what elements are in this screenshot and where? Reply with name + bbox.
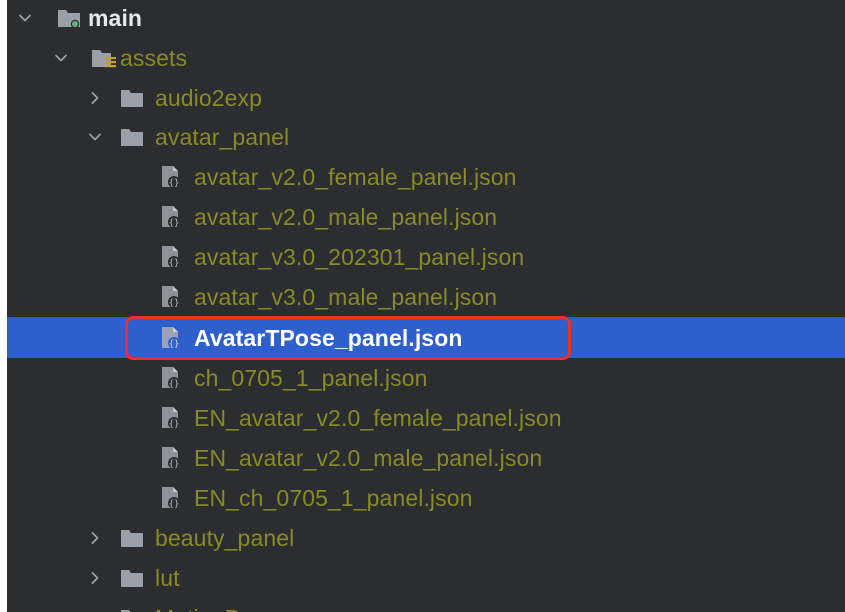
chevron-down-icon[interactable] xyxy=(17,10,33,26)
tree-node-assets[interactable]: assets xyxy=(7,38,845,78)
tree-file-item[interactable]: {} EN_avatar_v2.0_female_panel.json xyxy=(7,398,845,438)
tree-file-item[interactable]: {} EN_avatar_v2.0_male_panel.json xyxy=(7,438,845,478)
chevron-right-icon[interactable] xyxy=(87,570,103,586)
svg-text:{}: {} xyxy=(169,179,180,189)
chevron-right-icon[interactable] xyxy=(87,90,103,106)
tree-node-label: lut xyxy=(155,565,180,591)
tree-node-label: beauty_panel xyxy=(155,525,295,551)
file-label: avatar_v3.0_202301_panel.json xyxy=(194,244,525,270)
tree-node-avatar-panel[interactable]: avatar_panel xyxy=(7,117,845,157)
svg-text:{}: {} xyxy=(169,420,180,430)
file-label: ch_0705_1_panel.json xyxy=(194,365,428,391)
file-label: AvatarTPose_panel.json xyxy=(194,324,463,351)
svg-text:{}: {} xyxy=(169,339,180,349)
file-label: avatar_v2.0_female_panel.json xyxy=(194,164,517,190)
json-file-icon: {} xyxy=(160,486,182,510)
tree-file-item[interactable]: {} EN_ch_0705_1_panel.json xyxy=(7,478,845,518)
tree-node-label: MotionP xyxy=(155,598,240,612)
json-file-icon: {} xyxy=(160,446,182,470)
tree-node-audio2exp[interactable]: audio2exp xyxy=(7,78,845,118)
svg-text:{}: {} xyxy=(169,500,180,510)
tree-node-main[interactable]: main xyxy=(7,0,845,38)
svg-text:{}: {} xyxy=(169,460,180,470)
json-file-icon: {} xyxy=(160,165,182,189)
tree-file-item[interactable]: {} avatar_v3.0_male_panel.json xyxy=(7,277,845,317)
folder-icon xyxy=(120,88,144,108)
svg-text:{}: {} xyxy=(169,259,180,269)
folder-icon xyxy=(120,608,144,612)
project-tree: main assets audio2exp avatar_panel {} av… xyxy=(7,0,845,612)
folder-icon xyxy=(120,568,144,588)
json-file-icon: {} xyxy=(160,285,182,309)
svg-text:{}: {} xyxy=(169,380,180,390)
tree-node-label: assets xyxy=(120,45,188,71)
file-label: EN_avatar_v2.0_male_panel.json xyxy=(194,445,543,471)
json-file-icon: {} xyxy=(160,245,182,269)
json-file-icon: {} xyxy=(160,326,182,350)
tree-node-beauty-panel[interactable]: beauty_panel xyxy=(7,518,845,558)
resource-folder-icon xyxy=(91,47,117,69)
file-label: EN_avatar_v2.0_female_panel.json xyxy=(194,405,562,431)
module-folder-icon xyxy=(57,7,81,29)
json-file-icon: {} xyxy=(160,205,182,229)
chevron-right-icon[interactable] xyxy=(87,530,103,546)
tree-file-item-selected[interactable]: {} AvatarTPose_panel.json xyxy=(7,317,845,358)
file-label: avatar_v3.0_male_panel.json xyxy=(194,284,498,310)
svg-text:{}: {} xyxy=(169,219,180,229)
tree-file-item[interactable]: {} avatar_v2.0_male_panel.json xyxy=(7,197,845,237)
folder-icon xyxy=(120,127,144,147)
chevron-down-icon[interactable] xyxy=(53,50,69,66)
tree-file-item[interactable]: {} avatar_v3.0_202301_panel.json xyxy=(7,237,845,277)
tree-node-label: main xyxy=(88,5,143,31)
svg-text:{}: {} xyxy=(169,299,180,309)
tree-node-label: avatar_panel xyxy=(155,124,290,150)
json-file-icon: {} xyxy=(160,406,182,430)
file-label: avatar_v2.0_male_panel.json xyxy=(194,204,498,230)
tree-file-item[interactable]: {} ch_0705_1_panel.json xyxy=(7,358,845,398)
file-label: EN_ch_0705_1_panel.json xyxy=(194,485,473,511)
json-file-icon: {} xyxy=(160,366,182,390)
tree-node-partial[interactable]: MotionP xyxy=(7,598,845,612)
chevron-down-icon[interactable] xyxy=(87,129,103,145)
tree-node-lut[interactable]: lut xyxy=(7,558,845,598)
folder-icon xyxy=(120,528,144,548)
tree-file-item[interactable]: {} avatar_v2.0_female_panel.json xyxy=(7,157,845,197)
tree-node-label: audio2exp xyxy=(155,85,263,111)
